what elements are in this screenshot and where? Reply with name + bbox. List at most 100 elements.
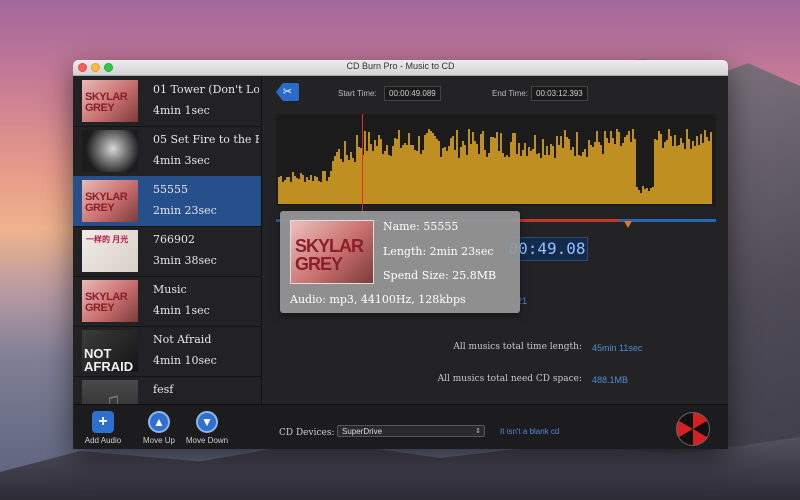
waveform-bar	[562, 148, 564, 204]
total-time-value: 45min 11sec	[592, 343, 643, 353]
waveform-bar	[542, 139, 544, 204]
waveform-bar	[474, 141, 476, 204]
track-name: Music	[153, 283, 187, 296]
waveform-bar	[682, 143, 684, 204]
waveform-bar	[464, 145, 466, 204]
waveform-bar	[390, 156, 392, 204]
waveform-bar	[530, 151, 532, 204]
waveform-bar	[630, 142, 632, 204]
track-item[interactable]: SKYLAR GREY Music 4min 1sec	[73, 276, 261, 327]
waveform-bar	[278, 177, 280, 204]
start-time-field[interactable]: 00:00:49.089	[384, 86, 441, 101]
waveform-bar	[322, 171, 324, 204]
trim-end-handle[interactable]	[624, 221, 632, 228]
waveform-bar	[584, 149, 586, 204]
waveform-bar	[480, 134, 482, 204]
waveform-bar	[442, 148, 444, 204]
waveform-bar	[412, 145, 414, 204]
waveform-bar	[604, 131, 606, 204]
waveform-bar	[354, 162, 356, 204]
waveform-display[interactable]	[276, 114, 716, 214]
waveform-bar	[580, 156, 582, 204]
popup-album-art: SKYLAR GREY	[290, 220, 374, 284]
waveform-bar	[462, 141, 464, 204]
move-down-button[interactable]: ▼ Move Down	[177, 411, 237, 449]
total-time-label: All musics total time length:	[453, 342, 582, 352]
waveform-bar	[438, 141, 440, 204]
waveform-bar	[568, 139, 570, 204]
waveform-bar	[502, 153, 504, 204]
waveform-bar	[620, 146, 622, 204]
trim-range-selected	[507, 219, 620, 222]
track-item[interactable]: NOT AFRAID Not Afraid 4min 10sec	[73, 326, 261, 377]
waveform-bar	[624, 137, 626, 204]
waveform-bar	[470, 144, 472, 204]
waveform-bar	[394, 138, 396, 204]
waveform-bar	[426, 133, 428, 204]
waveform-bar	[612, 138, 614, 204]
waveform-bar	[564, 130, 566, 204]
waveform-bar	[336, 152, 338, 204]
total-space-value: 488.1MB	[592, 375, 629, 385]
waveform-bar	[472, 132, 474, 204]
add-audio-button[interactable]: + Add Audio	[73, 411, 133, 449]
waveform-bar	[678, 145, 680, 204]
track-item[interactable]: SKYLAR GREY 01 Tower (Don't Look I 4min …	[73, 76, 261, 127]
waveform-bar	[458, 158, 460, 204]
waveform-bar	[550, 144, 552, 204]
waveform-bar	[634, 139, 636, 204]
burn-button[interactable]	[676, 412, 710, 446]
waveform-bar	[300, 173, 302, 204]
waveform-bar	[590, 145, 592, 204]
waveform-bar	[352, 158, 354, 204]
waveform-bar	[344, 141, 346, 204]
track-name: 05 Set Fire to the Rain	[153, 133, 259, 146]
waveform-bar	[298, 179, 300, 204]
waveform-bar	[338, 149, 340, 204]
title-bar[interactable]: CD Burn Pro - Music to CD	[73, 60, 728, 76]
cd-device-select[interactable]: SuperDrive ⇕	[337, 425, 485, 437]
waveform-bar	[306, 177, 308, 204]
waveform-bar	[292, 172, 294, 204]
waveform-bar	[422, 150, 424, 204]
waveform-bar	[280, 176, 282, 204]
cd-status-message: It isn't a blank cd	[500, 427, 560, 436]
waveform-bar	[498, 151, 500, 204]
waveform-bar	[392, 146, 394, 204]
waveform-bar	[342, 162, 344, 204]
waveform-bar	[628, 131, 630, 204]
track-item[interactable]: 05 Set Fire to the Rain 4min 3sec	[73, 126, 261, 177]
arrow-down-icon: ▼	[196, 411, 218, 433]
track-item[interactable]: 一样的 月光 766902 3min 38sec	[73, 226, 261, 277]
waveform-bar	[570, 150, 572, 204]
waveform-bar	[694, 146, 696, 204]
album-art: SKYLAR GREY	[82, 180, 138, 222]
waveform-bar	[592, 147, 594, 204]
total-space-label: All musics total need CD space:	[437, 374, 582, 384]
track-list[interactable]: SKYLAR GREY 01 Tower (Don't Look I 4min …	[73, 76, 262, 404]
waveform-bar	[560, 136, 562, 204]
playhead-marker[interactable]	[362, 114, 363, 214]
track-item[interactable]: ♫ fesf	[73, 376, 261, 404]
track-item-selected[interactable]: SKYLAR GREY 55555 2min 23sec	[73, 176, 261, 227]
waveform-bar	[538, 153, 540, 204]
waveform-bar	[460, 147, 462, 204]
waveform-bar	[286, 177, 288, 204]
waveform-bar	[382, 154, 384, 204]
waveform-bar	[520, 156, 522, 204]
waveform-bar	[318, 181, 320, 204]
waveform-bar	[282, 182, 284, 204]
waveform-bar	[302, 175, 304, 204]
waveform-bar	[294, 176, 296, 204]
waveform-bar	[636, 187, 638, 204]
waveform-bar	[668, 129, 670, 204]
end-time-field[interactable]: 00:03:12.393	[531, 86, 588, 101]
scissors-icon[interactable]: ✂	[276, 83, 299, 101]
waveform-bar	[528, 147, 530, 204]
waveform-bar	[696, 136, 698, 204]
waveform-bar	[614, 144, 616, 204]
waveform-bar	[534, 135, 536, 204]
waveform-bar	[692, 141, 694, 204]
waveform-bar	[358, 147, 360, 204]
track-length: 4min 1sec	[153, 104, 210, 117]
